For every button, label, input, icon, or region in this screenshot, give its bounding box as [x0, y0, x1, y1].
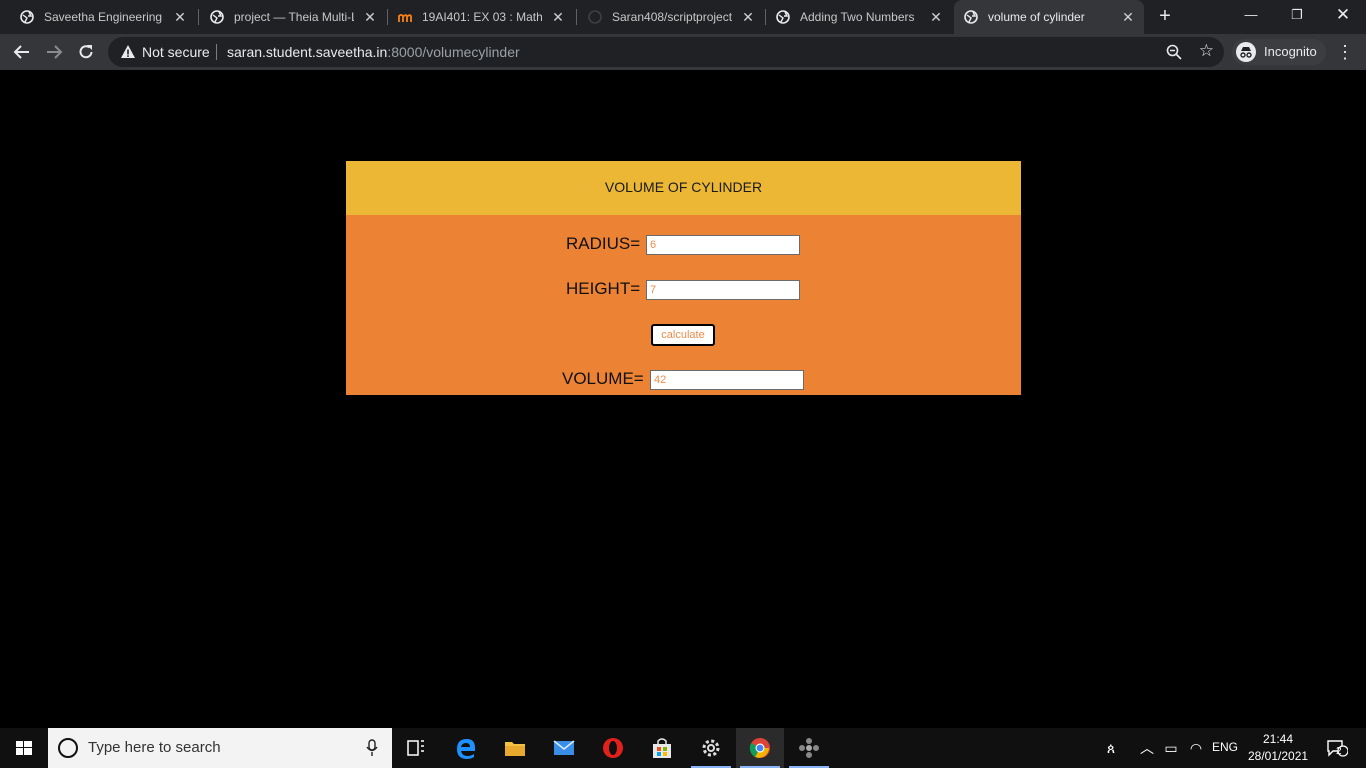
start-button[interactable]	[0, 728, 48, 768]
address-divider	[216, 44, 217, 60]
zoom-icon[interactable]	[1166, 44, 1182, 60]
globe-icon	[776, 10, 790, 24]
url-text[interactable]: saran.student.saveetha.in:8000/volumecyl…	[227, 37, 520, 67]
cortana-icon	[58, 738, 78, 758]
url-path: :8000/volumecylinder	[387, 44, 520, 60]
forward-button[interactable]	[42, 40, 66, 64]
bookmark-star-icon[interactable]: ☆	[1199, 40, 1214, 62]
url-host: saran.student.saveetha.in	[227, 44, 388, 60]
app-icon[interactable]	[785, 728, 833, 768]
settings-icon[interactable]	[687, 728, 735, 768]
page-title: VOLUME OF CYLINDER	[604, 179, 763, 195]
globe-icon	[964, 10, 978, 24]
loading-icon	[588, 10, 602, 24]
back-arrow-icon	[13, 45, 29, 59]
calculate-button[interactable]: calculate	[651, 324, 715, 346]
close-window-button[interactable]: ✕	[1320, 0, 1366, 30]
tab-label: Saveetha Engineering C	[44, 10, 164, 24]
cylinder-form: VOLUME OF CYLINDER RADIUS= HEIGHT= calcu…	[346, 161, 1021, 395]
battery-icon[interactable]: ▭	[1162, 739, 1180, 757]
tab-saveetha[interactable]: Saveetha Engineering C ✕	[10, 0, 196, 34]
close-tab-icon[interactable]: ✕	[550, 0, 566, 34]
close-tab-icon[interactable]: ✕	[928, 0, 944, 34]
incognito-icon	[1236, 42, 1256, 62]
browser-toolbar: Not secure saran.student.saveetha.in:800…	[0, 34, 1366, 70]
height-input[interactable]	[646, 280, 800, 300]
store-icon[interactable]	[638, 728, 686, 768]
microphone-icon[interactable]	[366, 739, 378, 757]
notification-count: 2	[1336, 746, 1342, 757]
taskbar: Type here to search ጰ ︿ ▭ ◠ ENG 21:44 28…	[0, 728, 1366, 768]
globe-icon	[210, 10, 224, 24]
opera-icon[interactable]	[589, 728, 637, 768]
close-tab-icon[interactable]: ✕	[172, 0, 188, 34]
wifi-icon[interactable]: ◠	[1187, 739, 1205, 757]
incognito-profile-button[interactable]: Incognito	[1232, 39, 1326, 65]
language-indicator[interactable]: ENG	[1212, 740, 1238, 754]
tab-label: Saran408/scriptproject	[612, 10, 733, 24]
minimize-button[interactable]: —	[1228, 0, 1274, 30]
warning-icon	[121, 45, 135, 58]
security-status[interactable]: Not secure	[142, 37, 210, 67]
clock-date[interactable]: 28/01/2021	[1248, 749, 1308, 763]
back-button[interactable]	[10, 40, 34, 64]
forward-arrow-icon	[47, 45, 63, 59]
mail-icon[interactable]	[540, 728, 588, 768]
more-menu-icon[interactable]: ⋮	[1336, 40, 1354, 64]
close-tab-icon[interactable]: ✕	[362, 0, 378, 34]
tab-github[interactable]: Saran408/scriptproject ✕	[578, 0, 764, 34]
reload-button[interactable]	[74, 40, 98, 64]
taskbar-search-box[interactable]: Type here to search	[48, 728, 392, 768]
radius-input[interactable]	[646, 235, 800, 255]
tab-label: 19AI401: EX 03 : Mathe	[422, 10, 542, 24]
tab-label: volume of cylinder	[988, 10, 1085, 24]
restore-button[interactable]: ❐	[1274, 0, 1320, 30]
tab-label: project — Theia Multi-L	[234, 10, 354, 24]
tab-adding-two-numbers[interactable]: Adding Two Numbers ✕	[766, 0, 952, 34]
chevron-up-icon[interactable]: ︿	[1138, 739, 1156, 757]
form-header: VOLUME OF CYLINDER	[346, 161, 1021, 215]
tab-theia[interactable]: project — Theia Multi-L ✕	[200, 0, 386, 34]
moodle-icon	[398, 14, 412, 22]
new-tab-button[interactable]: +	[1154, 5, 1176, 27]
people-icon[interactable]: ጰ	[1102, 739, 1120, 757]
height-label: HEIGHT=	[566, 279, 641, 298]
file-explorer-icon[interactable]	[491, 728, 539, 768]
incognito-label: Incognito	[1264, 44, 1317, 59]
tab-divider	[576, 9, 577, 25]
tab-strip: Saveetha Engineering C ✕ project — Theia…	[0, 0, 1366, 34]
close-tab-icon[interactable]: ✕	[1120, 0, 1136, 34]
search-placeholder: Type here to search	[88, 739, 221, 756]
page-viewport: VOLUME OF CYLINDER RADIUS= HEIGHT= calcu…	[0, 70, 1366, 728]
globe-icon	[20, 10, 34, 24]
chrome-icon[interactable]	[736, 728, 784, 768]
tab-volume-of-cylinder[interactable]: volume of cylinder ✕	[954, 0, 1144, 34]
radius-label: RADIUS=	[566, 234, 641, 253]
volume-output[interactable]	[650, 370, 804, 390]
task-view-icon[interactable]	[392, 728, 440, 768]
clock-time[interactable]: 21:44	[1263, 732, 1293, 746]
address-bar[interactable]: Not secure saran.student.saveetha.in:800…	[108, 37, 1224, 67]
volume-label: VOLUME=	[562, 369, 644, 388]
reload-icon	[79, 45, 93, 59]
tab-moodle[interactable]: 19AI401: EX 03 : Mathe ✕	[388, 0, 574, 34]
tab-divider	[198, 9, 199, 25]
windows-icon	[16, 741, 32, 755]
edge-icon[interactable]	[442, 728, 490, 768]
tab-label: Adding Two Numbers	[800, 10, 915, 24]
close-tab-icon[interactable]: ✕	[740, 0, 756, 34]
